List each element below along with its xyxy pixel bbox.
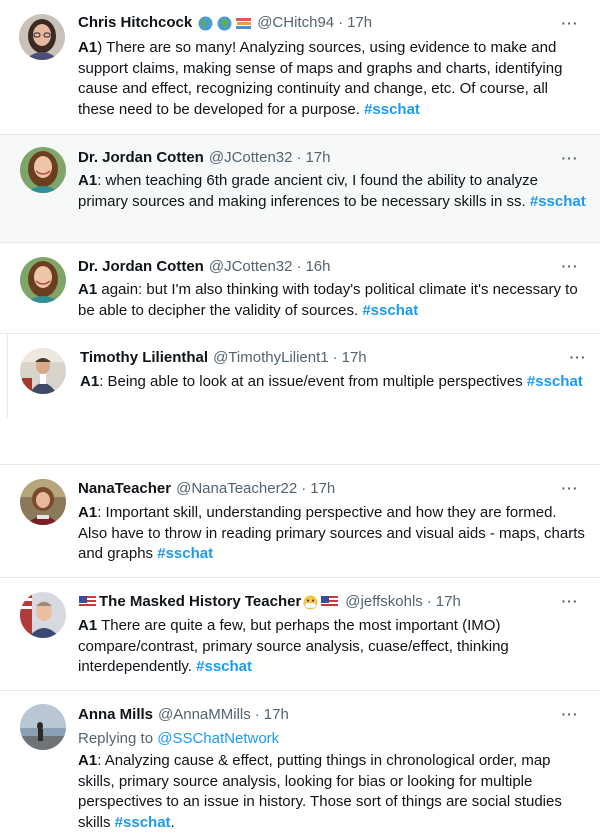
author-handle[interactable]: @JCotten32 (209, 257, 293, 277)
author-name[interactable]: Dr. Jordan Cotten (78, 148, 204, 168)
avatar-nanateacher[interactable] (20, 479, 66, 525)
tweet-masked-history-teacher[interactable]: The Masked History Teacher @jeffskohls ·… (0, 578, 600, 690)
author-name[interactable]: Timothy Lilienthal (80, 348, 208, 368)
us-flag-icon (79, 595, 96, 610)
tweet-time[interactable]: 17h (264, 705, 289, 725)
avatar-portrait-icon (20, 257, 66, 303)
tweet-text: A1) There are so many! Analyzing sources… (78, 39, 563, 118)
answer-prefix: A1 (78, 39, 98, 56)
author-handle[interactable]: @NanaTeacher22 (176, 479, 297, 499)
tweet-header: NanaTeacher @NanaTeacher22 · 17h (78, 479, 570, 499)
hashtag-link[interactable]: #sschat (196, 658, 252, 675)
avatar-portrait-icon (20, 479, 66, 525)
more-options-icon[interactable]: ··· (560, 15, 580, 31)
hashtag-link[interactable]: #sschat (527, 373, 583, 390)
author-name[interactable]: NanaTeacher (78, 479, 171, 499)
author-handle[interactable]: @TimothyLilient1 (213, 348, 329, 368)
tweet-text: A1: Analyzing cause & effect, putting th… (78, 752, 562, 831)
us-flag-icon (321, 595, 339, 610)
tweet-nanateacher[interactable]: NanaTeacher @NanaTeacher22 · 17h ··· A1:… (0, 465, 600, 577)
books-icon (235, 16, 252, 31)
answer-prefix: A1 (78, 281, 98, 298)
answer-prefix: A1 (78, 504, 98, 521)
more-options-icon[interactable]: ··· (560, 706, 580, 722)
more-options-icon[interactable]: ··· (560, 593, 580, 609)
tweet-header: Chris Hitchcock @CHitch94 · 17h (78, 13, 570, 33)
author-name[interactable]: Dr. Jordan Cotten (78, 257, 204, 277)
separator-dot: · (338, 14, 344, 31)
avatar-chris-hitchcock[interactable] (19, 14, 65, 60)
hashtag-link[interactable]: #sschat (362, 302, 418, 319)
tweet-text: A1 There are quite a few, but perhaps th… (78, 617, 509, 675)
separator-dot: · (254, 706, 260, 723)
tweet-jordan-cotten-1[interactable]: Dr. Jordan Cotten @JCotten32 · 17h ··· A… (0, 135, 600, 242)
answer-prefix: A1 (78, 617, 98, 634)
answer-prefix: A1 (78, 172, 98, 189)
avatar-portrait-icon (20, 704, 66, 750)
more-options-icon[interactable]: ··· (568, 349, 588, 365)
mask-icon (302, 595, 319, 610)
author-handle[interactable]: @CHitch94 (257, 13, 334, 33)
separator-dot: · (296, 149, 302, 166)
tweet-header: Anna Mills @AnnaMMills · 17h (78, 705, 570, 725)
tweet-time[interactable]: 17h (305, 148, 330, 168)
answer-prefix: A1 (78, 752, 98, 769)
author-name[interactable]: Anna Mills (78, 705, 153, 725)
tweet-header: Dr. Jordan Cotten @JCotten32 · 16h (78, 257, 570, 277)
tweet-text: A1: Being able to look at an issue/event… (80, 373, 583, 390)
tweet-header: The Masked History Teacher @jeffskohls ·… (79, 592, 570, 612)
avatar-portrait-icon (20, 147, 66, 193)
separator-dot: · (296, 258, 302, 275)
globe-americas-icon (197, 16, 214, 31)
author-name[interactable]: Chris Hitchcock (78, 13, 192, 33)
avatar-masked-history-teacher[interactable] (20, 592, 66, 638)
globe-africa-icon (216, 16, 233, 31)
tweet-text: A1: Important skill, understanding persp… (78, 504, 585, 562)
tweet-jordan-cotten-2[interactable]: Dr. Jordan Cotten @JCotten32 · 16h ··· A… (0, 243, 600, 333)
author-handle[interactable]: @JCotten32 (209, 148, 293, 168)
author-handle[interactable]: @AnnaMMills (158, 705, 251, 725)
separator-dot: · (332, 349, 338, 366)
hashtag-link[interactable]: #sschat (157, 545, 213, 562)
avatar-jordan-cotten[interactable] (20, 147, 66, 193)
tweet-time[interactable]: 17h (342, 348, 367, 368)
tweet-anna-mills[interactable]: Anna Mills @AnnaMMills · 17h ··· Replyin… (0, 691, 600, 840)
avatar-portrait-icon (19, 14, 65, 60)
tweet-time[interactable]: 17h (310, 479, 335, 499)
avatar-timothy-lilienthal[interactable] (20, 348, 66, 394)
tweet-header: Timothy Lilienthal @TimothyLilient1 · 17… (80, 348, 570, 368)
answer-prefix: A1 (80, 373, 100, 390)
tweet-time[interactable]: 17h (436, 592, 461, 612)
replying-label: Replying to (78, 730, 158, 747)
author-handle[interactable]: @jeffskohls (345, 592, 422, 612)
hashtag-link[interactable]: #sschat (364, 101, 420, 118)
tweet-time[interactable]: 16h (305, 257, 330, 277)
more-options-icon[interactable]: ··· (560, 480, 580, 496)
hashtag-link[interactable]: #sschat (115, 814, 171, 831)
tweet-chris-hitchcock[interactable]: Chris Hitchcock @CHitch94 · 17h ··· A1) … (0, 0, 600, 134)
avatar-jordan-cotten[interactable] (20, 257, 66, 303)
separator-dot: · (426, 593, 432, 610)
tweet-text: A1: when teaching 6th grade ancient civ,… (78, 172, 586, 210)
tweet-time[interactable]: 17h (347, 13, 372, 33)
avatar-anna-mills[interactable] (20, 704, 66, 750)
replying-to: Replying to @SSChatNetwork (78, 729, 279, 749)
separator-dot: · (301, 480, 307, 497)
tweet-header: Dr. Jordan Cotten @JCotten32 · 17h (78, 148, 570, 168)
hashtag-link[interactable]: #sschat (530, 193, 586, 210)
avatar-portrait-icon (20, 592, 66, 638)
avatar-portrait-icon (20, 348, 66, 394)
tweet-timothy-lilienthal[interactable]: Timothy Lilienthal @TimothyLilient1 · 17… (8, 334, 600, 418)
more-options-icon[interactable]: ··· (560, 258, 580, 274)
author-name[interactable]: The Masked History Teacher (99, 592, 301, 612)
replying-to-link[interactable]: @SSChatNetwork (157, 730, 279, 747)
more-options-icon[interactable]: ··· (560, 150, 580, 166)
tweet-text: A1 again: but I'm also thinking with tod… (78, 281, 578, 319)
